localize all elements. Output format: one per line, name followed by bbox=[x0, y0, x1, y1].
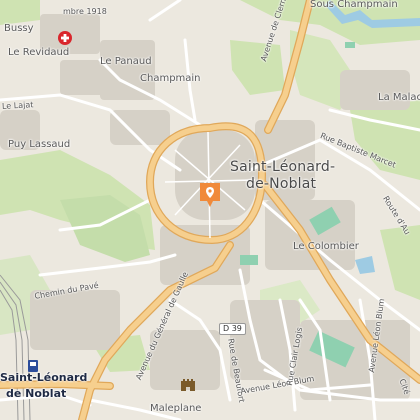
place-label-la-malacu: La Malacu bbox=[378, 92, 420, 103]
hospital-cross-icon[interactable] bbox=[58, 31, 72, 45]
station-label-line1: Saint-Léonard bbox=[0, 371, 88, 384]
place-label-maleplane: Maleplane bbox=[150, 403, 202, 414]
castle-icon[interactable] bbox=[180, 377, 196, 391]
sports-field bbox=[345, 42, 355, 48]
town-label-line1: Saint-Léonard- bbox=[230, 159, 336, 175]
map-canvas[interactable]: Bussy Le Revidaud Le Panaud Champmain So… bbox=[0, 0, 420, 420]
town-label-line2: de-Noblat bbox=[246, 176, 317, 192]
place-label-le-revidaud: Le Revidaud bbox=[8, 47, 70, 58]
place-label-le-panaud: Le Panaud bbox=[100, 56, 152, 67]
place-label-sous-champmain: Sous Champmain bbox=[310, 0, 398, 10]
road-label-11-nov: mbre 1918 bbox=[63, 7, 107, 16]
place-label-le-lajat: Le Lajat bbox=[1, 100, 34, 111]
place-label-le-colombier: Le Colombier bbox=[293, 241, 359, 252]
station-label-line2: de Noblat bbox=[6, 387, 67, 400]
place-label-puy-lassaud: Puy Lassaud bbox=[8, 139, 71, 150]
forest-area bbox=[230, 40, 285, 95]
location-pin-icon[interactable] bbox=[199, 182, 221, 208]
road-shield-d39: D 39 bbox=[219, 323, 246, 335]
pond bbox=[355, 256, 375, 274]
sports-field bbox=[240, 255, 258, 265]
forest-area bbox=[0, 0, 40, 25]
forest-area bbox=[350, 100, 420, 180]
forest-area bbox=[380, 225, 420, 300]
map-base-layer bbox=[0, 0, 420, 420]
place-label-champmain: Champmain bbox=[140, 73, 201, 84]
place-label-bussy: Bussy bbox=[4, 23, 34, 34]
